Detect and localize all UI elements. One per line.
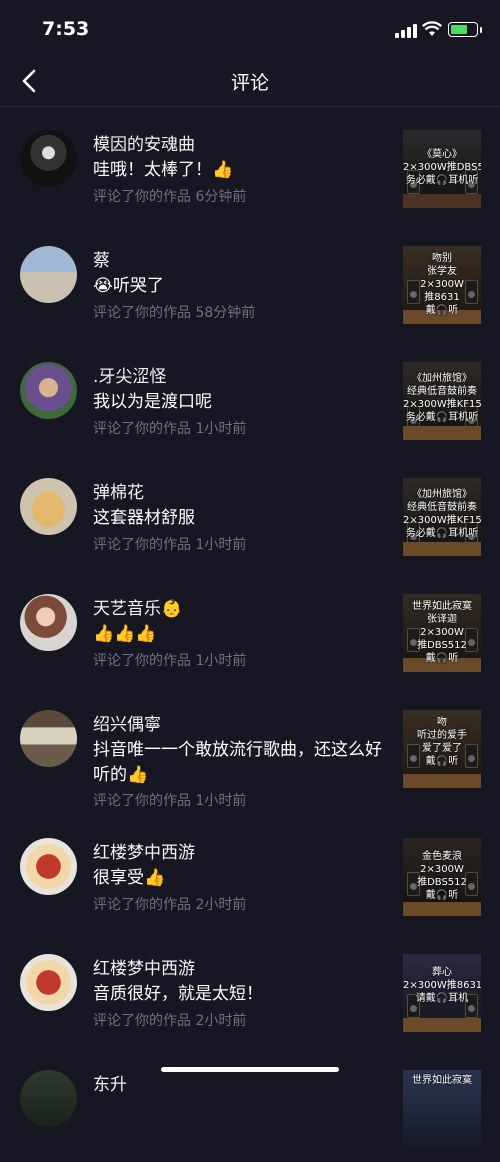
list-item[interactable]: 蔡 😭听哭了 评论了你的作品 58分钟前 吻别 张学友 2×300W 推8631… bbox=[0, 222, 500, 338]
thumbnail-caption: 世界如此寂寞 bbox=[412, 1075, 472, 1086]
commenter-name[interactable]: 红楼梦中西游 bbox=[93, 954, 195, 979]
commenter-name[interactable]: 天艺音乐👶 bbox=[93, 594, 182, 619]
battery-icon bbox=[448, 22, 478, 37]
comment-meta: 评论了你的作品 1小时前 bbox=[93, 653, 247, 669]
commenter-name[interactable]: 绍兴偶寧 bbox=[93, 710, 161, 735]
list-item[interactable]: 弹棉花 这套器材舒服 评论了你的作品 1小时前 《加州旅馆》 经典低音鼓前奏 2… bbox=[0, 454, 500, 570]
avatar[interactable] bbox=[20, 362, 77, 419]
list-item[interactable]: 东升 世界如此寂寞 bbox=[0, 1046, 500, 1162]
video-thumbnail[interactable]: 世界如此寂寞 张译迦 2×300W 推DBS512 戴🎧听 bbox=[403, 594, 481, 672]
avatar[interactable] bbox=[20, 478, 77, 535]
signal-icon bbox=[395, 24, 417, 38]
thumbnail-caption: 《加州旅馆》 经典低音鼓前奏 2×300W推KF1503 务必戴🎧耳机听 bbox=[403, 489, 481, 539]
status-bar: 7:53 bbox=[0, 0, 500, 58]
comment-meta: 评论了你的作品 1小时前 bbox=[93, 421, 247, 437]
comment-text: 我以为是渡口呢 bbox=[93, 392, 212, 412]
page-title: 评论 bbox=[230, 72, 269, 94]
video-thumbnail[interactable]: 葬心 2×300W推8631 请戴🎧耳机 bbox=[403, 954, 481, 1032]
comment-text: 抖音唯一一个敢放流行歌曲，还这么好听的👍 bbox=[93, 740, 382, 785]
thumbnail-caption: 世界如此寂寞 张译迦 2×300W 推DBS512 戴🎧听 bbox=[412, 601, 472, 664]
comment-meta: 评论了你的作品 1小时前 bbox=[93, 537, 247, 553]
comment-text: 很享受👍 bbox=[93, 868, 166, 888]
avatar[interactable] bbox=[20, 954, 77, 1011]
video-thumbnail[interactable]: 《莫心》 2×300W推DBS512 务必戴🎧耳机听 bbox=[403, 130, 481, 208]
avatar[interactable] bbox=[20, 246, 77, 303]
avatar[interactable] bbox=[20, 710, 77, 767]
avatar[interactable] bbox=[20, 594, 77, 651]
thumbnail-caption: 吻 听过的爱手 爱了爱了 戴🎧听 bbox=[417, 717, 467, 767]
list-item[interactable]: .牙尖涩怪 我以为是渡口呢 评论了你的作品 1小时前 《加州旅馆》 经典低音鼓前… bbox=[0, 338, 500, 454]
video-thumbnail[interactable]: 吻别 张学友 2×300W 推8631 戴🎧听 bbox=[403, 246, 481, 324]
thumbnail-caption: 金色麦浪 2×300W 推DBS512 戴🎧听 bbox=[417, 851, 467, 901]
avatar[interactable] bbox=[20, 838, 77, 895]
comment-meta: 评论了你的作品 2小时前 bbox=[93, 897, 247, 913]
thumbnail-caption: 葬心 2×300W推8631 请戴🎧耳机 bbox=[403, 967, 481, 1004]
thumbnail-caption: 《莫心》 2×300W推DBS512 务必戴🎧耳机听 bbox=[403, 149, 481, 186]
comment-meta: 评论了你的作品 58分钟前 bbox=[93, 305, 256, 321]
home-indicator[interactable] bbox=[161, 1067, 339, 1072]
commenter-name[interactable]: 东升 bbox=[93, 1070, 127, 1095]
list-item[interactable]: 红楼梦中西游 很享受👍 评论了你的作品 2小时前 金色麦浪 2×300W 推DB… bbox=[0, 814, 500, 930]
comment-text: 哇哦！太棒了！👍 bbox=[93, 160, 234, 180]
comment-text: 这套器材舒服 bbox=[93, 508, 195, 528]
commenter-name[interactable]: 红楼梦中西游 bbox=[93, 838, 195, 863]
list-item[interactable]: 天艺音乐👶 👍👍👍 评论了你的作品 1小时前 世界如此寂寞 张译迦 2×300W… bbox=[0, 570, 500, 686]
comment-meta: 评论了你的作品 6分钟前 bbox=[93, 189, 247, 205]
comment-text: 😭听哭了 bbox=[93, 276, 164, 296]
thumbnail-caption: 吻别 张学友 2×300W 推8631 戴🎧听 bbox=[420, 253, 464, 316]
comment-meta: 评论了你的作品 1小时前 bbox=[93, 793, 247, 809]
status-time: 7:53 bbox=[42, 18, 90, 40]
commenter-name[interactable]: 弹棉花 bbox=[93, 478, 144, 503]
video-thumbnail[interactable]: 《加州旅馆》 经典低音鼓前奏 2×300W推KF1503 务必戴🎧耳机听 bbox=[403, 362, 481, 440]
video-thumbnail[interactable]: 吻 听过的爱手 爱了爱了 戴🎧听 bbox=[403, 710, 481, 788]
wifi-icon bbox=[422, 21, 442, 36]
comment-list[interactable]: 模因的安魂曲 哇哦！太棒了！👍 评论了你的作品 6分钟前 《莫心》 2×300W… bbox=[0, 106, 500, 1162]
thumbnail-caption: 《加州旅馆》 经典低音鼓前奏 2×300W推KF1503 务必戴🎧耳机听 bbox=[403, 373, 481, 423]
comment-text: 音质很好，就是太短！ bbox=[93, 984, 263, 1004]
list-item[interactable]: 模因的安魂曲 哇哦！太棒了！👍 评论了你的作品 6分钟前 《莫心》 2×300W… bbox=[0, 106, 500, 222]
commenter-name[interactable]: 蔡 bbox=[93, 246, 110, 271]
nav-bar: 评论 bbox=[0, 58, 500, 107]
video-thumbnail[interactable]: 金色麦浪 2×300W 推DBS512 戴🎧听 bbox=[403, 838, 481, 916]
comment-text: 👍👍👍 bbox=[93, 624, 157, 644]
avatar[interactable] bbox=[20, 130, 77, 187]
comment-meta: 评论了你的作品 2小时前 bbox=[93, 1013, 247, 1029]
video-thumbnail[interactable]: 《加州旅馆》 经典低音鼓前奏 2×300W推KF1503 务必戴🎧耳机听 bbox=[403, 478, 481, 556]
avatar[interactable] bbox=[20, 1070, 77, 1127]
list-item[interactable]: 红楼梦中西游 音质很好，就是太短！ 评论了你的作品 2小时前 葬心 2×300W… bbox=[0, 930, 500, 1046]
commenter-name[interactable]: 模因的安魂曲 bbox=[93, 130, 195, 155]
list-item[interactable]: 绍兴偶寧 抖音唯一一个敢放流行歌曲，还这么好听的👍 评论了你的作品 1小时前 吻… bbox=[0, 686, 500, 814]
commenter-name[interactable]: .牙尖涩怪 bbox=[93, 362, 166, 387]
